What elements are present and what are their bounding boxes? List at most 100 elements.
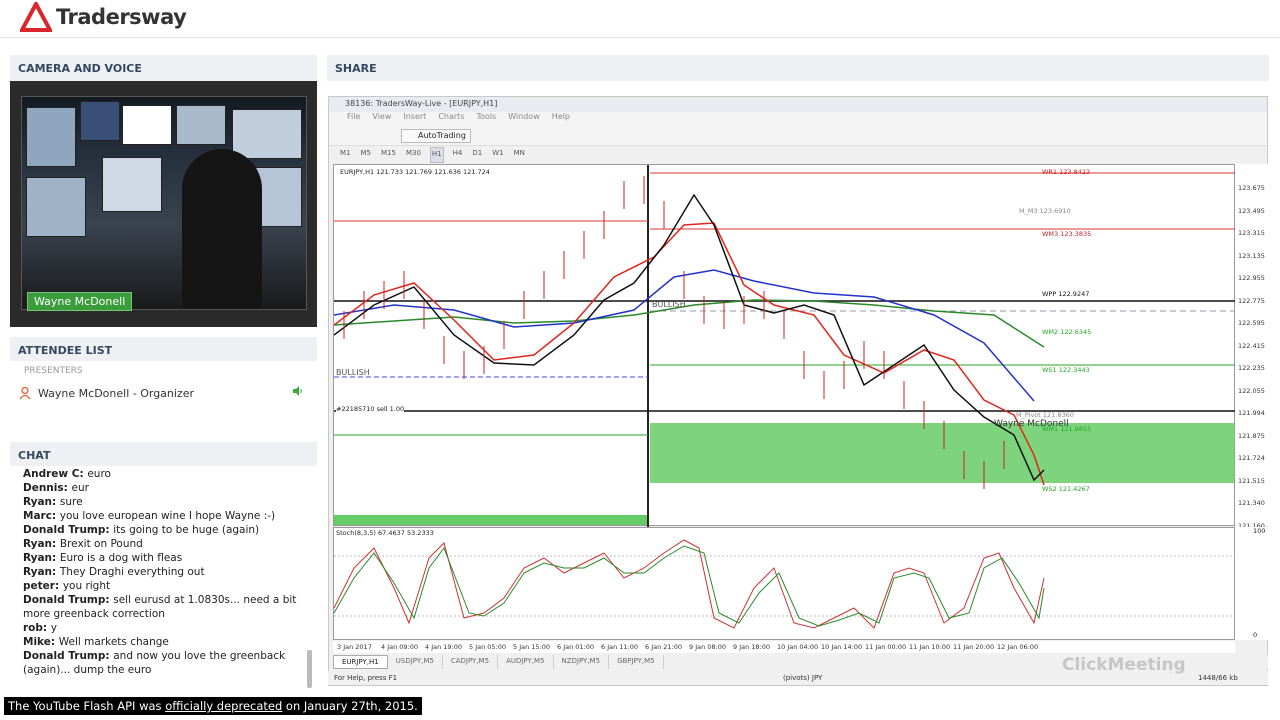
price-tick: 123.675 — [1238, 184, 1265, 192]
time-tick: 3 Jan 2017 — [337, 643, 372, 651]
chat-text: you love european wine I hope Wayne :-) — [59, 510, 276, 522]
status-help: For Help, press F1 — [334, 674, 398, 682]
time-tick: 11 Jan 00:00 — [865, 643, 907, 651]
price-tick: 122.055 — [1238, 386, 1265, 395]
price-chart[interactable]: EURJPY,H1 121.733 121.769 121.636 121.72… — [333, 164, 1236, 527]
notice-prefix: The YouTube Flash API was — [8, 699, 166, 713]
timeframe-button[interactable]: H1 — [429, 147, 444, 163]
status-traffic: 1448/66 kb — [1198, 674, 1238, 682]
share-panel-title: SHARE — [327, 55, 1269, 81]
autotrading-button[interactable]: AutoTrading — [401, 129, 471, 143]
osc-tick-0: 0 — [1253, 631, 1258, 639]
price-tick: 122.955 — [1238, 274, 1265, 282]
chat-message: Marc: you love european wine I hope Wayn… — [10, 509, 310, 523]
stochastic-label: Stoch(8,3,5) 67.4637 53.2333 — [336, 529, 434, 537]
time-tick: 9 Jan 18:00 — [733, 643, 771, 651]
symbol-tab[interactable]: AUDJPY,M5 — [498, 655, 554, 669]
zone-bottom — [334, 515, 648, 525]
demand-zone — [650, 423, 1236, 483]
pivot-ws1: WS1 122.3443 — [1042, 366, 1090, 374]
presenters-section-label[interactable]: PRESENTERS — [24, 366, 83, 376]
chat-message: Dennis: eur — [10, 481, 310, 495]
chat-text: you right — [62, 580, 111, 592]
mt4-menu-bar: File View Insert Charts Tools Window Help — [329, 112, 1267, 126]
time-tick: 11 Jan 10:00 — [909, 643, 951, 651]
chat-message: Andrew C: euro — [10, 467, 310, 481]
timeframe-button[interactable]: W1 — [491, 147, 504, 163]
speaker-icon[interactable] — [293, 386, 303, 396]
mt4-toolbar: AutoTrading — [329, 126, 1267, 146]
time-tick: 10 Jan 04:00 — [777, 643, 819, 651]
chat-text: eur — [71, 482, 89, 494]
chat-text: euro — [87, 468, 111, 480]
chat-text: They Draghi everything out — [59, 566, 205, 578]
timeframe-button[interactable]: H4 — [452, 147, 464, 163]
timeframe-button[interactable]: M30 — [405, 147, 422, 163]
mt4-menu-item[interactable]: Help — [552, 112, 570, 126]
chat-message: Ryan: Brexit on Pound — [10, 537, 310, 551]
price-tick: 122.415 — [1238, 341, 1265, 350]
price-tick: 121.724 — [1238, 454, 1265, 462]
symbol-tab[interactable]: EURJPY,H1 — [333, 655, 388, 669]
price-tick: 122.595 — [1238, 319, 1265, 327]
chart-symbol-header: EURJPY,H1 121.733 121.769 121.636 121.72… — [340, 168, 490, 176]
price-tick: 121.994 — [1238, 409, 1265, 417]
price-tick: 121.340 — [1238, 499, 1265, 507]
timeframe-button[interactable]: D1 — [471, 147, 483, 163]
symbol-tab[interactable]: NZDJPY,M5 — [554, 655, 610, 669]
price-tick: 123.135 — [1238, 251, 1265, 260]
symbol-tab[interactable]: USDJPY,M5 — [388, 655, 443, 669]
mt4-menu-item[interactable]: View — [372, 112, 391, 126]
top-bar: Tradersway — [0, 0, 1280, 38]
price-tick: 121.515 — [1238, 476, 1265, 485]
webcam-video[interactable] — [21, 96, 307, 310]
mt4-menu-item[interactable]: Insert — [403, 112, 426, 126]
chat-author: Ryan: — [23, 552, 60, 564]
chat-text: Euro is a dog with fleas — [59, 552, 183, 564]
camera-panel-title: CAMERA AND VOICE — [10, 55, 317, 81]
stochastic-canvas — [333, 539, 1236, 629]
mt4-menu-item[interactable]: File — [347, 112, 360, 126]
pivot-mpivot: M_Pivot 121.8360 — [1016, 411, 1074, 419]
brand-name: Tradersway — [56, 5, 187, 29]
bullish-label-mid: BULLISH — [652, 300, 686, 309]
pivot-wm1: WM1 121.8855 — [1042, 425, 1092, 433]
chat-author: Marc: — [23, 510, 60, 522]
pivot-wm3: WM3 123.3835 — [1042, 230, 1092, 238]
chat-scrollbar[interactable] — [307, 650, 312, 688]
timeframe-button[interactable]: M15 — [380, 147, 397, 163]
chat-log[interactable]: Andrew C: euro Dennis: eur Ryan: sure Marc:… — [10, 467, 317, 691]
timeframe-bar: M1 M5 M15 M30 H1 H4 D1 W1 MN — [329, 147, 1267, 163]
attendee-item[interactable]: Wayne McDonell - Organizer — [18, 384, 313, 402]
clickmeeting-watermark: ClickMeeting — [1062, 655, 1186, 675]
chat-text: y — [50, 622, 57, 634]
mt4-menu-item[interactable]: Charts — [438, 112, 464, 126]
time-tick: 6 Jan 11:00 — [601, 643, 639, 651]
chat-message: Ryan: Euro is a dog with fleas — [10, 551, 310, 565]
price-tick: 123.495 — [1238, 206, 1265, 215]
osc-tick-100: 100 — [1253, 527, 1266, 535]
chat-message: Donald Trump: and now you love the green… — [10, 649, 310, 677]
chat-text: its going to be huge (again) — [113, 524, 260, 536]
time-tick: 5 Jan 15:00 — [513, 643, 551, 651]
symbol-tab[interactable]: CADJPY,M5 — [443, 655, 499, 669]
chat-author: rob: — [23, 622, 51, 634]
price-tick: 123.315 — [1238, 229, 1265, 237]
timeframe-button[interactable]: MN — [513, 147, 526, 163]
pivot-wm2: WM2 122.6345 — [1042, 328, 1092, 336]
stochastic-panel[interactable]: Stoch(8,3,5) 67.4637 53.2333 — [333, 527, 1236, 640]
deprecation-link[interactable]: officially deprecated — [165, 699, 282, 713]
symbol-tab[interactable]: GBPJPY,M5 — [609, 655, 664, 669]
timeframe-button[interactable]: M1 — [339, 147, 352, 163]
chat-text: Brexit on Pound — [59, 538, 143, 550]
brand-logo[interactable]: Tradersway — [20, 2, 187, 32]
chat-author: peter: — [23, 580, 63, 592]
mt4-menu-item[interactable]: Tools — [476, 112, 496, 126]
attendee-name: Wayne McDonell - Organizer — [38, 386, 195, 400]
user-icon — [19, 386, 31, 400]
mt4-menu-item[interactable]: Window — [508, 112, 540, 126]
chat-author: Ryan: — [23, 496, 60, 508]
chat-text: sure — [59, 496, 83, 508]
timeframe-button[interactable]: M5 — [360, 147, 373, 163]
price-axis: 123.675 123.495 123.315 123.135 122.955 122.7… — [1235, 164, 1268, 530]
